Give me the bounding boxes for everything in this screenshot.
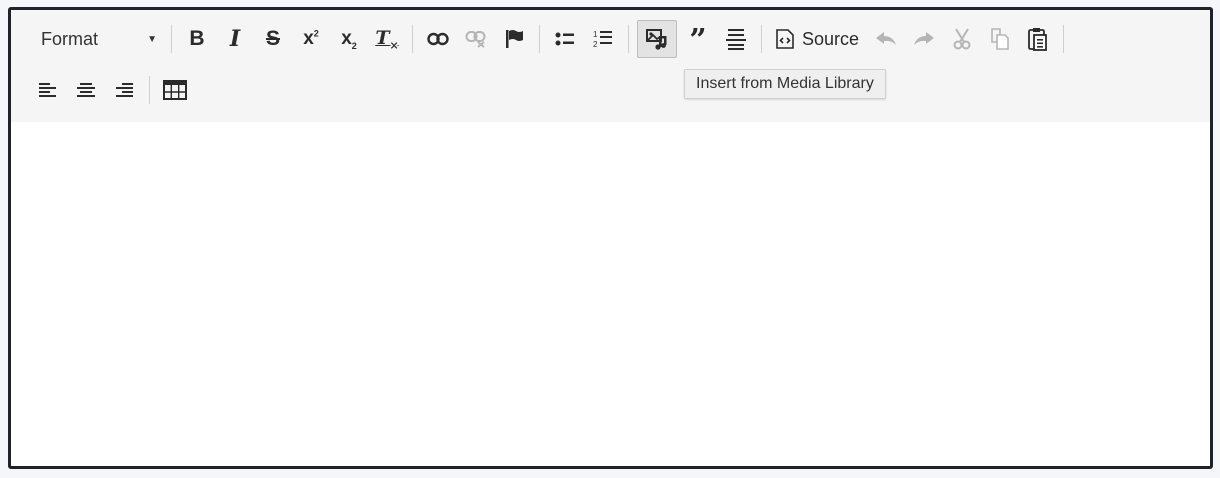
table-button[interactable] [158,73,192,107]
strikethrough-button[interactable]: S [256,22,290,56]
subscript-icon: x2 [341,27,357,51]
toolbar-separator [149,76,150,104]
cut-button[interactable] [945,22,979,56]
horizontal-line-icon [726,29,746,50]
align-left-button[interactable] [31,73,65,107]
align-left-icon [39,83,56,97]
redo-button[interactable] [907,22,941,56]
unlink-button[interactable] [459,22,493,56]
caret-down-icon: ▼ [147,33,157,45]
redo-icon [914,32,935,45]
format-dropdown[interactable]: Format ▼ [27,24,165,54]
toolbar-separator [171,25,172,53]
bold-button[interactable]: B [180,22,214,56]
numbered-list-button[interactable]: 1 2 [586,22,620,56]
align-center-icon [77,83,95,97]
strikethrough-icon: S [265,27,280,50]
media-library-icon [646,29,667,50]
italic-icon: I [229,26,241,52]
link-icon [427,32,449,46]
numbered-list-icon: 1 2 [593,30,612,49]
insert-media-button[interactable] [637,20,677,58]
anchor-button[interactable] [497,22,531,56]
format-dropdown-label: Format [41,28,99,49]
align-right-button[interactable] [107,73,141,107]
editor-toolbar: Format ▼ B I S x2 x2 T× 1 2 ” Source Ins… [11,10,1210,122]
svg-text:1: 1 [593,30,598,39]
toolbar-separator [761,25,762,53]
rich-text-editor: Format ▼ B I S x2 x2 T× 1 2 ” Source Ins… [8,7,1213,469]
bulleted-list-button[interactable] [548,22,582,56]
toolbar-separator [412,25,413,53]
blockquote-button[interactable]: ” [681,22,715,56]
scissors-icon [953,28,971,50]
bold-icon: B [189,27,205,50]
quote-icon: ” [689,23,707,58]
toolbar-separator [1063,25,1065,53]
paste-button[interactable] [1021,22,1055,56]
superscript-button[interactable]: x2 [294,22,328,56]
source-code-icon [776,29,794,49]
source-button-label: Source [802,28,860,49]
remove-format-button[interactable]: T× [370,22,404,56]
remove-format-icon: T× [375,26,399,52]
table-icon [163,80,187,100]
undo-button[interactable] [869,22,903,56]
media-library-tooltip: Insert from Media Library [684,69,886,99]
copy-button[interactable] [983,22,1017,56]
flag-icon [506,30,523,48]
horizontal-line-button[interactable] [719,22,753,56]
copy-icon [991,28,1009,50]
link-button[interactable] [421,22,455,56]
toolbar-row-2 [29,72,194,108]
source-button[interactable]: Source [770,22,865,56]
align-center-button[interactable] [69,73,103,107]
unlink-icon [465,31,486,48]
bulleted-list-icon [555,32,574,46]
clipboard-icon [1028,28,1047,51]
undo-icon [876,32,897,45]
editor-content-area[interactable] [11,122,1210,466]
toolbar-separator [539,25,540,53]
italic-button[interactable]: I [218,22,252,56]
svg-text:2: 2 [593,40,598,49]
toolbar-separator [628,25,629,53]
superscript-icon: x2 [303,28,319,49]
toolbar-row-1: Format ▼ B I S x2 x2 T× 1 2 ” Source [27,20,1070,58]
subscript-button[interactable]: x2 [332,22,366,56]
align-right-icon [116,83,133,97]
